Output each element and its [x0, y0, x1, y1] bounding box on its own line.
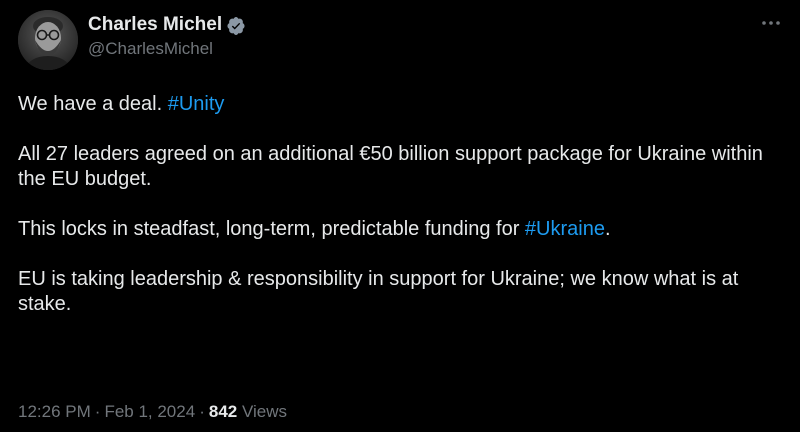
- name-row: Charles Michel: [88, 12, 246, 38]
- paragraph-text: This locks in steadfast, long-term, pred…: [18, 218, 525, 240]
- paragraph-suffix: .: [604, 218, 611, 240]
- handle[interactable]: @CharlesMichel: [88, 39, 246, 59]
- tweet-time: 12:26 PM: [18, 402, 91, 421]
- avatar[interactable]: [18, 10, 78, 70]
- timestamp-link[interactable]: 12:26 PM · Feb 1, 2024: [18, 402, 195, 421]
- tweet-paragraph-1: We have a deal. #Unity: [18, 92, 788, 117]
- tweet-date: Feb 1, 2024: [104, 402, 196, 421]
- tweet-header: Charles Michel @CharlesMichel: [18, 10, 782, 70]
- tweet-paragraph-3: This locks in steadfast, long-term, pred…: [18, 217, 788, 242]
- tweet-paragraph-2: All 27 leaders agreed on an additional €…: [18, 142, 788, 192]
- hashtag-link[interactable]: #Ukraine: [525, 218, 605, 240]
- separator: ·: [199, 402, 205, 421]
- paragraph-text: We have a deal.: [18, 93, 168, 115]
- more-horizontal-icon[interactable]: [760, 14, 782, 32]
- tweet-paragraph-4: EU is taking leadership & responsibility…: [18, 267, 788, 317]
- avatar-photo: [18, 10, 78, 70]
- paragraph-text: All 27 leaders agreed on an additional €…: [18, 143, 763, 190]
- paragraph-text: EU is taking leadership & responsibility…: [18, 268, 739, 315]
- views-label: Views: [241, 402, 288, 421]
- views-count: 842: [208, 402, 238, 421]
- tweet-meta: 12:26 PM · Feb 1, 2024 · 842 Views: [18, 402, 287, 422]
- tweet-card: Charles Michel @CharlesMichel We have a …: [0, 0, 800, 432]
- display-name[interactable]: Charles Michel: [88, 14, 222, 36]
- author-info: Charles Michel @CharlesMichel: [88, 12, 246, 59]
- tweet-text: We have a deal. #Unity All 27 leaders ag…: [18, 92, 788, 317]
- hashtag-link[interactable]: #Unity: [168, 93, 225, 115]
- verified-badge-icon: [226, 16, 246, 36]
- separator: ·: [94, 402, 101, 421]
